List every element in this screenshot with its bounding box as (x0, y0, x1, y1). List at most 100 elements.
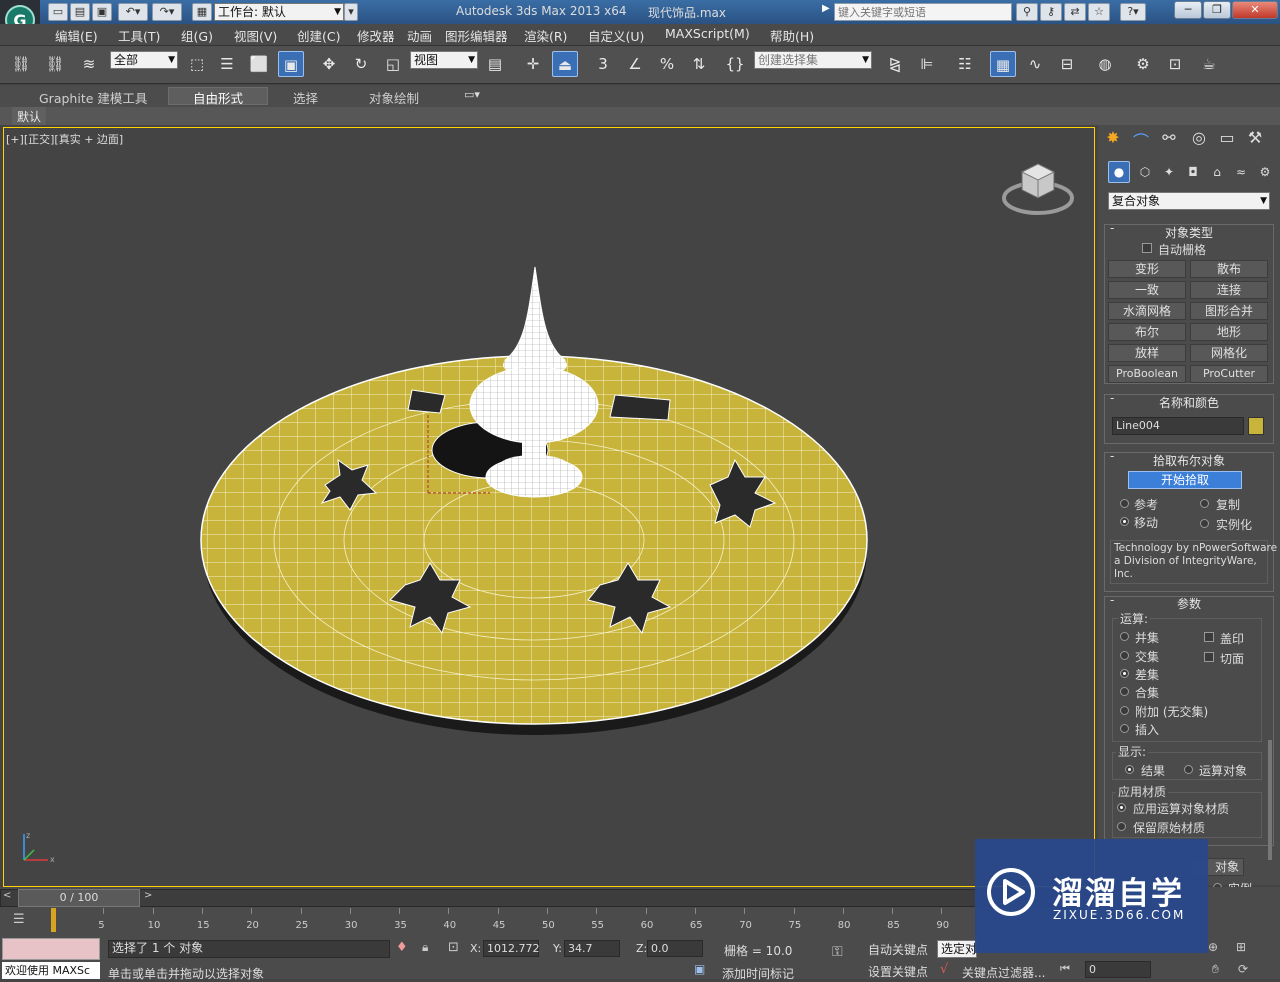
union-radio[interactable] (1120, 632, 1129, 641)
redo-button[interactable]: ↷▾ (152, 3, 182, 21)
key-filter-icon[interactable]: √ (940, 962, 948, 977)
shapemerge-button[interactable]: 图形合并 (1190, 302, 1268, 320)
key-icon[interactable]: ⚷ (1040, 3, 1062, 21)
go-to-start-icon[interactable]: ⏮ (1060, 962, 1070, 976)
new-file-button[interactable]: ▭ (48, 3, 68, 21)
workspace-expand-button[interactable]: ▾ (344, 3, 358, 21)
search-input[interactable] (834, 3, 1012, 21)
object-type-title[interactable]: 对象类型 (1104, 224, 1274, 241)
rect-selection-icon[interactable]: ⬜ (246, 51, 272, 77)
material-editor-icon[interactable]: ◍ (1092, 51, 1118, 77)
y-coordinate-field[interactable]: 34.7 (564, 940, 620, 957)
percent-snap-icon[interactable]: % (654, 51, 680, 77)
bind-space-warp-icon[interactable]: ≋ (76, 51, 102, 77)
move-icon[interactable]: ✥ (316, 51, 342, 77)
select-object-icon[interactable]: ⬚ (184, 51, 210, 77)
layer-manager-icon[interactable]: ☷ (952, 51, 978, 77)
object-color-swatch[interactable] (1248, 417, 1264, 435)
chevron-left-icon[interactable]: < (3, 890, 11, 901)
restore-button[interactable]: ❐ (1203, 1, 1231, 19)
curve-editor-icon[interactable]: ∿ (1022, 51, 1048, 77)
pan-icon[interactable]: ✋︎ (1212, 962, 1219, 977)
exchange-icon[interactable]: ⇄ (1064, 3, 1086, 21)
name-color-title[interactable]: 名称和颜色 (1104, 394, 1274, 411)
display-tab-icon[interactable]: ▭ (1216, 128, 1238, 150)
z-coordinate-field[interactable]: 0.0 (647, 940, 703, 957)
scatter-button[interactable]: 散布 (1190, 260, 1268, 278)
time-slider-handle[interactable]: 0 / 100 (18, 889, 140, 907)
transform-mode-icon[interactable]: ⊡ (448, 940, 459, 955)
merge-radio[interactable] (1120, 687, 1129, 696)
viewport-label[interactable]: [+][正交][真实 + 边面] (6, 131, 123, 147)
close-button[interactable]: ✕ (1232, 1, 1278, 19)
schematic-view-icon[interactable]: ⊟ (1054, 51, 1080, 77)
menu-maxscript[interactable]: MAXScript(M) (665, 26, 750, 41)
select-manipulate-icon[interactable]: ✛ (520, 51, 546, 77)
ribbon-default-label[interactable]: 默认 (12, 107, 47, 125)
panel-scrollbar[interactable] (1268, 740, 1272, 860)
geometry-icon[interactable]: ● (1108, 161, 1130, 183)
tab-freeform[interactable]: 自由形式 (193, 88, 243, 107)
connect-button[interactable]: 连接 (1190, 281, 1268, 299)
insert-radio[interactable] (1120, 724, 1129, 733)
operands-radio[interactable] (1184, 765, 1193, 774)
undo-button[interactable]: ↶▾ (118, 3, 148, 21)
lock-icon[interactable]: 🔒︎ (422, 940, 428, 955)
menu-group[interactable]: 组(G) (181, 26, 213, 45)
category-dropdown[interactable]: 复合对象 ▼ (1108, 192, 1270, 210)
rendered-frame-icon[interactable]: ⊡ (1162, 51, 1188, 77)
viewport-view-label[interactable]: [正交] (24, 133, 55, 146)
instance-radio[interactable] (1200, 519, 1209, 528)
tab-object-paint[interactable]: 对象绘制 (369, 88, 419, 107)
link-icon[interactable]: ⛓ (8, 51, 34, 77)
object-name-field[interactable]: Line004 (1112, 417, 1244, 435)
current-frame-marker[interactable] (51, 908, 56, 932)
mini-curve-editor-icon[interactable]: ☰ (13, 912, 25, 927)
tab-selection[interactable]: 选择 (293, 88, 318, 107)
zoom-icon[interactable]: ⊕ (1208, 940, 1218, 954)
time-slider-track[interactable] (0, 889, 1092, 907)
chevron-right-icon[interactable]: ▶ (822, 3, 832, 21)
modify-tab-icon[interactable]: ⌒ (1130, 128, 1152, 151)
auto-key-button[interactable]: 自动关键点 (868, 941, 928, 958)
start-pick-button[interactable]: 开始拾取 (1128, 471, 1242, 489)
menu-help[interactable]: 帮助(H) (770, 26, 814, 45)
boolean-button[interactable]: 布尔 (1108, 323, 1186, 341)
subtraction-radio[interactable] (1120, 669, 1129, 678)
menu-create[interactable]: 创建(C) (297, 26, 340, 45)
autogrid-checkbox[interactable] (1142, 243, 1152, 253)
retain-material-radio[interactable] (1117, 822, 1126, 831)
zoom-all-icon[interactable]: ⊞ (1236, 940, 1246, 954)
key-mode-icon[interactable]: ⚿ (832, 944, 843, 960)
minimize-button[interactable]: ─ (1174, 1, 1202, 19)
menu-edit[interactable]: 编辑(E) (55, 26, 98, 45)
open-file-button[interactable]: ▤ (70, 3, 90, 21)
lights-icon[interactable]: ✦ (1158, 161, 1180, 183)
help-icon[interactable]: ?▾ (1120, 3, 1146, 21)
chevron-right-icon[interactable]: > (144, 890, 152, 901)
named-selection-dropdown[interactable]: 创建选择集 ▼ (754, 51, 872, 69)
selection-filter-dropdown[interactable]: 全部 ▼ (110, 51, 178, 69)
unlink-icon[interactable]: ⛓ (42, 51, 68, 77)
pick-boolean-title[interactable]: 拾取布尔对象 (1104, 452, 1274, 469)
mesher-button[interactable]: 网格化 (1190, 344, 1268, 362)
save-file-button[interactable]: ▣ (92, 3, 112, 21)
viewport-menu-label[interactable]: [+] (6, 133, 24, 146)
isolate-icon[interactable]: ♦ (396, 940, 408, 955)
window-crossing-icon[interactable]: ▣ (278, 51, 304, 77)
graphite-toggle-icon[interactable]: ▦ (990, 51, 1016, 77)
menu-rendering[interactable]: 渲染(R) (524, 26, 567, 45)
cookie-checkbox[interactable] (1204, 652, 1214, 662)
workspace-dropdown[interactable]: 工作台: 默认 ▼ (214, 3, 344, 21)
orbit-icon[interactable]: ⟳ (1238, 962, 1248, 976)
render-setup-icon[interactable]: ⚙ (1130, 51, 1156, 77)
menu-view[interactable]: 视图(V) (234, 26, 277, 45)
x-coordinate-field[interactable]: 1012.772 (483, 940, 540, 957)
copy-radio[interactable] (1200, 499, 1209, 508)
cameras-icon[interactable]: ◘ (1182, 161, 1204, 183)
terrain-button[interactable]: 地形 (1190, 323, 1268, 341)
edit-named-sets-icon[interactable]: {} (722, 51, 748, 77)
proboolean-button[interactable]: ProBoolean (1108, 365, 1186, 383)
menu-customize[interactable]: 自定义(U) (588, 26, 644, 45)
reference-radio[interactable] (1120, 499, 1129, 508)
